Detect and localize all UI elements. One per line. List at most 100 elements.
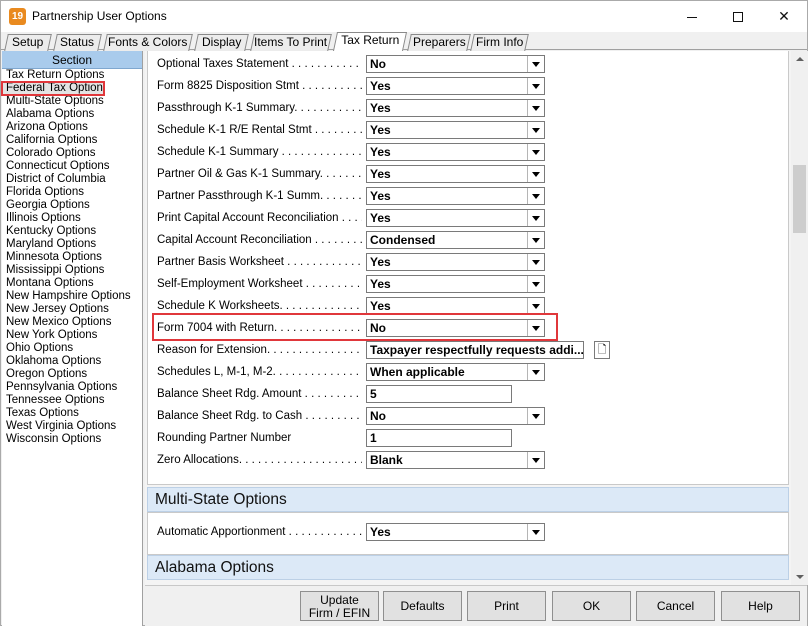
option-dropdown[interactable]: Yes <box>366 523 545 541</box>
ok-button[interactable]: OK <box>552 591 631 621</box>
window-title: Partnership User Options <box>32 9 167 23</box>
section-item[interactable]: Colorado Options <box>2 147 142 160</box>
option-dropdown[interactable]: Blank <box>366 451 545 469</box>
section-item[interactable]: Ohio Options <box>2 342 142 355</box>
section-item[interactable]: Tennessee Options <box>2 394 142 407</box>
section-item[interactable]: Oklahoma Options <box>2 355 142 368</box>
option-value: Yes <box>370 79 391 93</box>
section-item[interactable]: Arizona Options <box>2 121 142 134</box>
dropdown-arrow-icon[interactable] <box>527 524 544 540</box>
option-dropdown[interactable]: Yes <box>366 77 545 95</box>
section-item[interactable]: Florida Options <box>2 186 142 199</box>
option-dropdown[interactable]: Yes <box>366 253 545 271</box>
section-item[interactable]: Texas Options <box>2 407 142 420</box>
print-button[interactable]: Print <box>467 591 546 621</box>
option-row: Optional Taxes Statement . . . . . . . .… <box>157 55 787 75</box>
option-value: Yes <box>370 211 391 225</box>
minimize-icon <box>687 16 697 18</box>
section-item[interactable]: District of Columbia <box>2 173 142 186</box>
section-item[interactable]: Connecticut Options <box>2 160 142 173</box>
section-item[interactable]: Oregon Options <box>2 368 142 381</box>
title-bar: 19 Partnership User Options ✕ <box>1 1 807 32</box>
dropdown-arrow-icon[interactable] <box>527 122 544 138</box>
dropdown-arrow-icon[interactable] <box>527 254 544 270</box>
section-item[interactable]: Minnesota Options <box>2 251 142 264</box>
options-window: 19 Partnership User Options ✕ Setup Stat… <box>0 0 808 626</box>
section-item[interactable]: West Virginia Options <box>2 420 142 433</box>
section-item[interactable]: California Options <box>2 134 142 147</box>
option-dropdown[interactable]: Yes <box>366 121 545 139</box>
scroll-down-arrow-icon[interactable] <box>791 568 808 585</box>
option-text-field[interactable]: 5 <box>366 385 512 403</box>
tab-setup[interactable]: Setup <box>4 34 52 51</box>
dropdown-arrow-icon[interactable] <box>527 276 544 292</box>
section-item[interactable]: New Hampshire Options <box>2 290 142 303</box>
tab-tax-return[interactable]: Tax Return <box>332 32 408 51</box>
maximize-button[interactable] <box>715 1 761 32</box>
option-label: Zero Allocations. . . . . . . . . . . . … <box>157 454 362 466</box>
option-text-field[interactable]: 1 <box>366 429 512 447</box>
section-item[interactable]: Multi-State Options <box>2 95 142 108</box>
dropdown-arrow-icon[interactable] <box>527 408 544 424</box>
option-dropdown[interactable]: Yes <box>366 209 545 227</box>
document-icon[interactable]: 🗋 <box>594 341 610 359</box>
option-dropdown[interactable]: Yes <box>366 275 545 293</box>
section-item[interactable]: New York Options <box>2 329 142 342</box>
app-icon: 19 <box>9 8 26 25</box>
dropdown-arrow-icon[interactable] <box>527 56 544 72</box>
dropdown-arrow-icon[interactable] <box>527 452 544 468</box>
close-button[interactable]: ✕ <box>761 1 807 32</box>
dropdown-arrow-icon[interactable] <box>527 364 544 380</box>
option-dropdown[interactable]: Condensed <box>366 231 545 249</box>
section-item[interactable]: Illinois Options <box>2 212 142 225</box>
scroll-up-arrow-icon[interactable] <box>791 51 808 68</box>
option-value: Yes <box>370 145 391 159</box>
option-dropdown[interactable]: Yes <box>366 165 545 183</box>
section-item[interactable]: Tax Return Options <box>2 69 142 82</box>
section-item[interactable]: Wisconsin Options <box>2 433 142 446</box>
dropdown-arrow-icon[interactable] <box>527 210 544 226</box>
option-dropdown[interactable]: Yes <box>366 143 545 161</box>
option-dropdown[interactable]: No <box>366 407 545 425</box>
scroll-thumb[interactable] <box>793 165 806 233</box>
section-item[interactable]: Georgia Options <box>2 199 142 212</box>
close-icon: ✕ <box>778 8 790 24</box>
defaults-button[interactable]: Defaults <box>383 591 462 621</box>
cancel-button[interactable]: Cancel <box>636 591 715 621</box>
option-dropdown[interactable]: Yes <box>366 99 545 117</box>
section-item[interactable]: Maryland Options <box>2 238 142 251</box>
dropdown-arrow-icon[interactable] <box>527 232 544 248</box>
dropdown-arrow-icon[interactable] <box>527 100 544 116</box>
option-row: Form 7004 with Return. . . . . . . . . .… <box>152 313 787 341</box>
option-value: Condensed <box>370 233 436 247</box>
tab-items-to-print[interactable]: Items To Print <box>250 34 332 51</box>
section-item[interactable]: New Mexico Options <box>2 316 142 329</box>
section-item[interactable]: Kentucky Options <box>2 225 142 238</box>
tab-firm-info[interactable]: Firm Info <box>470 34 529 51</box>
help-button[interactable]: Help <box>721 591 800 621</box>
section-item[interactable]: Pennsylvania Options <box>2 381 142 394</box>
vertical-scrollbar[interactable] <box>791 51 808 585</box>
option-row: Zero Allocations. . . . . . . . . . . . … <box>157 451 787 471</box>
section-item[interactable]: Montana Options <box>2 277 142 290</box>
option-value: Yes <box>370 101 391 115</box>
section-item[interactable]: Mississippi Options <box>2 264 142 277</box>
tab-status[interactable]: Status <box>53 34 102 51</box>
dropdown-arrow-icon[interactable] <box>527 78 544 94</box>
tab-display[interactable]: Display <box>194 34 249 51</box>
update-firm-efin-button[interactable]: Update Firm / EFIN <box>300 591 379 621</box>
minimize-button[interactable] <box>669 1 715 32</box>
section-item[interactable]: Federal Tax Options <box>1 81 105 96</box>
dropdown-arrow-icon[interactable] <box>527 144 544 160</box>
dropdown-arrow-icon[interactable] <box>527 188 544 204</box>
option-dropdown[interactable]: When applicable <box>366 363 545 381</box>
option-dropdown[interactable]: Yes <box>366 187 545 205</box>
option-text-field[interactable]: Taxpayer respectfully requests addi... <box>366 341 584 359</box>
section-item[interactable]: Alabama Options <box>2 108 142 121</box>
tab-preparers[interactable]: Preparers <box>407 34 471 51</box>
tab-fonts-colors[interactable]: Fonts & Colors <box>103 34 193 51</box>
section-item[interactable]: New Jersey Options <box>2 303 142 316</box>
dropdown-arrow-icon[interactable] <box>527 298 544 314</box>
dropdown-arrow-icon[interactable] <box>527 166 544 182</box>
option-dropdown[interactable]: No <box>366 55 545 73</box>
